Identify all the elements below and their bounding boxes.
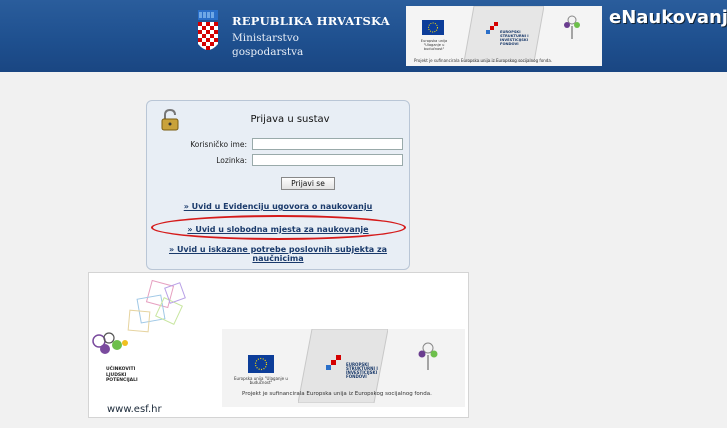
- esf-flower-logo-icon: [92, 332, 128, 354]
- structural-funds-text: EUROPSKI STRUKTURNI I INVESTICIJSKI FOND…: [500, 30, 529, 46]
- esf-small-flower-icon: [418, 342, 438, 370]
- link-contract-records[interactable]: » Uvid u Evidenciju ugovora o naukovanju: [147, 202, 409, 211]
- croatian-coat-of-arms-icon: [198, 10, 218, 50]
- esf-eu-caption: Europska unija "Ulaganje u budućnost": [234, 376, 288, 385]
- ministry-name: Ministarstvo gospodarstva: [232, 31, 303, 59]
- highlight-oval: [151, 215, 406, 240]
- username-input[interactable]: [252, 138, 403, 150]
- eu-flag-icon: [422, 20, 444, 35]
- eu-flag-icon: [248, 355, 274, 373]
- password-input[interactable]: [252, 154, 403, 166]
- username-label: Korisničko ime:: [190, 140, 247, 149]
- esf-promo-box: UČINKOVITI LJUDSKI POTENCIJALI Europska …: [88, 272, 469, 418]
- ministry-line2: gospodarstva: [232, 46, 304, 58]
- ministry-line1: Ministarstvo: [232, 32, 299, 44]
- link-business-needs-line1: » Uvid u iskazane potrebe poslovnih subj…: [168, 245, 388, 254]
- app-brand: eNaukovanje: [609, 7, 727, 28]
- link-business-needs-line2: naučnicima: [252, 254, 304, 263]
- esf-side-line3: POTENCIJALI: [106, 378, 138, 383]
- link-business-needs[interactable]: » Uvid u iskazane potrebe poslovnih subj…: [147, 245, 409, 263]
- eu-funding-banner: Europska unija "Ulaganje u budućnost" EU…: [406, 6, 602, 66]
- esf-structural-funds-text: EUROPSKI STRUKTURNI I INVESTICIJSKI FOND…: [346, 362, 378, 379]
- government-title: REPUBLIKA HRVATSKA: [232, 14, 390, 28]
- password-label: Lozinka:: [216, 156, 247, 165]
- esf-side-line1: UČINKOVITI: [106, 367, 136, 372]
- login-title: Prijava u sustav: [250, 114, 330, 125]
- login-panel: Prijava u sustav Korisničko ime: Lozinka…: [146, 100, 410, 270]
- esf-flower-logo-icon: [564, 15, 580, 39]
- esf-banner-footer: Projekt je sufinancirala Europska unija …: [242, 391, 432, 397]
- esf-website-link[interactable]: www.esf.hr: [107, 404, 162, 415]
- esf-side-text: UČINKOVITI LJUDSKI POTENCIJALI: [106, 367, 138, 384]
- esf-funding-banner: Europska unija "Ulaganje u budućnost" EU…: [222, 329, 465, 407]
- banner-footer-text: Projekt je sufinancirala Europska unija …: [414, 58, 553, 63]
- header-bar: REPUBLIKA HRVATSKA Ministarstvo gospodar…: [0, 0, 727, 72]
- eu-caption: Europska unija "Ulaganje u budućnost": [420, 39, 448, 51]
- login-button[interactable]: Prijavi se: [281, 177, 335, 190]
